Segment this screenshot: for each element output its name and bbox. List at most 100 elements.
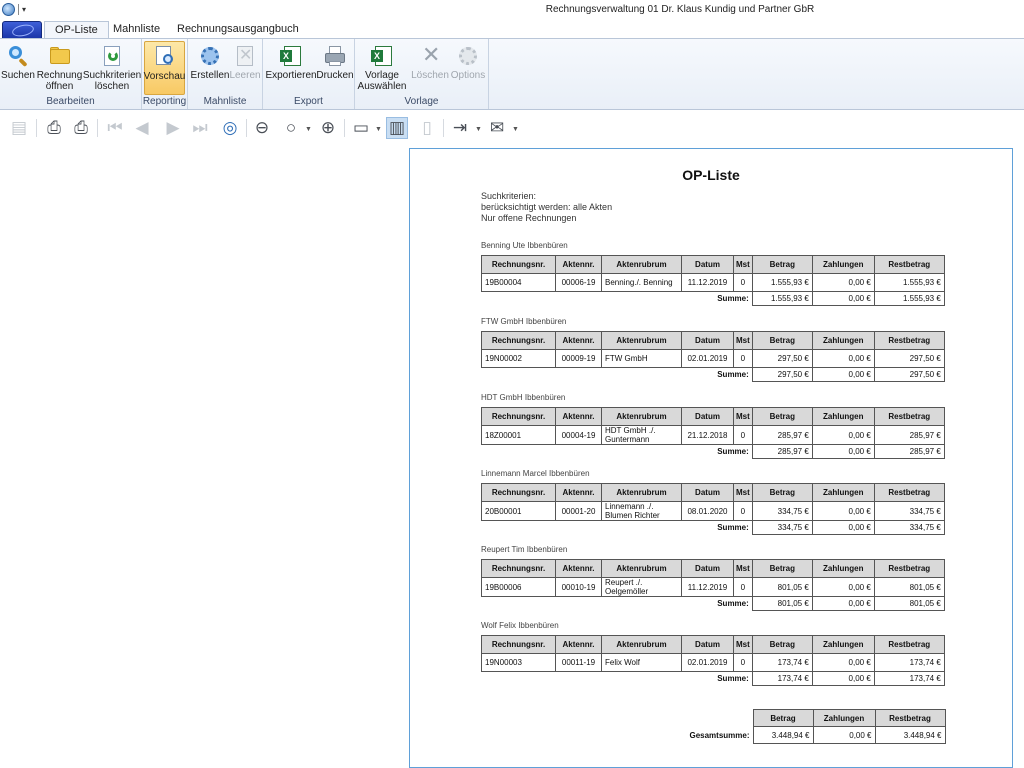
sum-row: Summe: 297,50 €0,00 €297,50 €: [482, 367, 945, 382]
cell-rechnungsnr: 20B00001: [481, 501, 556, 521]
cell-zahlungen: 0,00 €: [811, 425, 875, 445]
email-icon[interactable]: ✉: [486, 117, 508, 139]
total-table: Betrag Zahlungen Restbetrag Gesamtsumme:…: [481, 709, 946, 744]
sum-rest: 285,97 €: [873, 444, 945, 459]
vorlage-auswaehlen-button[interactable]: X Vorlage Auswählen: [358, 41, 406, 92]
loeschen-button[interactable]: ✕ Löschen: [411, 41, 449, 82]
column-header: Restbetrag: [873, 407, 945, 426]
page-setup-dropdown-icon[interactable]: ▼: [375, 126, 382, 133]
invoice-table: Rechnungsnr. Aktennr. Aktenrubrum Datum Mst B…: [481, 483, 945, 535]
sum-zahlungen: 0,00 €: [811, 367, 875, 382]
column-header: Rechnungsnr.: [481, 483, 556, 502]
app-icon[interactable]: [2, 3, 15, 16]
sum-row: Summe: 334,75 €0,00 €334,75 €: [482, 520, 945, 535]
total-header-zahlungen: Zahlungen: [812, 709, 876, 727]
total-label: Gesamtsumme:: [689, 730, 750, 740]
single-page-icon[interactable]: ▯: [416, 117, 438, 139]
options-button[interactable]: Options: [451, 41, 485, 81]
document-map-icon[interactable]: ▤: [8, 117, 30, 139]
column-header: Zahlungen: [811, 407, 875, 426]
cell-rubrum: Felix Wolf: [601, 653, 682, 672]
cell-zahlungen: 0,00 €: [811, 501, 875, 521]
rechnung-oeffnen-button[interactable]: Rechnung öffnen: [37, 41, 82, 92]
cell-rubrum: Reupert ./. Oelgemöller: [601, 577, 682, 597]
cell-rest: 297,50 €: [873, 349, 945, 368]
table-row[interactable]: 20B00001 00001-20 Linnemann ./. Blumen Ric…: [481, 501, 945, 521]
navigation-icon[interactable]: ◎: [219, 117, 241, 139]
sum-zahlungen: 0,00 €: [811, 671, 875, 686]
column-header: Rechnungsnr.: [481, 407, 556, 426]
column-header: Mst: [733, 483, 753, 502]
quick-print-icon[interactable]: ⎙: [70, 117, 92, 139]
group-reporting: Vorschau Reporting: [142, 39, 188, 109]
qat-dropdown-icon[interactable]: ▾: [22, 5, 26, 14]
exportieren-button[interactable]: X Exportieren: [265, 41, 317, 81]
report-title: OP-Liste: [682, 167, 740, 183]
group-vorlage: X Vorlage Auswählen ✕ Löschen Options Vo…: [355, 39, 489, 109]
group-name: Benning Ute Ibbenbüren: [481, 241, 568, 250]
vorschau-button[interactable]: Vorschau: [144, 41, 185, 95]
next-page-icon[interactable]: ▶: [162, 117, 184, 139]
sum-zahlungen: 0,00 €: [811, 596, 875, 611]
export-dropdown-icon[interactable]: ▼: [475, 126, 482, 133]
column-header: Mst: [733, 255, 753, 274]
zoom-icon[interactable]: ○: [280, 117, 302, 139]
table-row[interactable]: 19N00003 00011-19 Felix Wolf 02.01.2019 0 173…: [481, 653, 945, 672]
invoice-table: Rechnungsnr. Aktennr. Aktenrubrum Datum Mst B…: [481, 331, 945, 382]
last-page-icon[interactable]: ⏭: [189, 117, 211, 139]
tab-mahnliste[interactable]: Mahnliste: [103, 21, 170, 39]
cell-mst: 0: [733, 653, 753, 672]
tab-rechnungsausgangbuch[interactable]: Rechnungsausgangbuch: [167, 21, 309, 39]
zoom-out-icon[interactable]: ⊖: [251, 117, 273, 139]
column-header: Rechnungsnr.: [481, 255, 556, 274]
cell-rubrum: FTW GmbH: [601, 349, 682, 368]
drucken-button[interactable]: Drucken: [316, 41, 354, 81]
column-header: Datum: [681, 407, 734, 426]
table-row[interactable]: 19N00002 00009-19 FTW GmbH 02.01.2019 0 297,5…: [481, 349, 945, 368]
cell-rechnungsnr: 19N00003: [481, 653, 556, 672]
leeren-button[interactable]: ✕ Leeren: [229, 41, 261, 81]
cell-mst: 0: [733, 577, 753, 597]
report-preview-area[interactable]: OP-Liste Suchkriterien: berücksichtigt w…: [0, 146, 1024, 768]
first-page-icon[interactable]: ⏮: [104, 117, 126, 139]
suchen-button[interactable]: Suchen: [1, 41, 35, 81]
toolbar-separator: [97, 119, 98, 137]
sum-label: Summe:: [717, 599, 749, 609]
page-setup-icon[interactable]: ▭: [350, 117, 372, 139]
column-header: Aktenrubrum: [601, 407, 682, 426]
column-header: Restbetrag: [873, 635, 945, 654]
zoom-in-icon[interactable]: ⊕: [317, 117, 339, 139]
total-header-restbetrag: Restbetrag: [874, 709, 946, 727]
column-header: Rechnungsnr.: [481, 331, 556, 350]
column-header: Aktenrubrum: [601, 331, 682, 350]
cell-rest: 334,75 €: [873, 501, 945, 521]
quick-access-toolbar: ▾: [2, 3, 26, 16]
toolbar-separator: [36, 119, 37, 137]
table-row[interactable]: 19B00006 00010-19 Reupert ./. Oelgemöller 1…: [481, 577, 945, 597]
previous-page-icon[interactable]: ◀: [131, 117, 153, 139]
table-row[interactable]: 18Z00001 00004-19 HDT GmbH ./. Guntermann 2…: [481, 425, 945, 445]
column-header: Betrag: [751, 331, 813, 350]
print-icon[interactable]: ⎙: [43, 117, 65, 139]
column-header: Aktennr.: [555, 331, 602, 350]
group-name: Wolf Felix Ibbenbüren: [481, 621, 559, 630]
column-header: Mst: [733, 635, 753, 654]
zoom-dropdown-icon[interactable]: ▼: [305, 126, 312, 133]
group-mahnliste: Erstellen ✕ Leeren Mahnliste: [188, 39, 263, 109]
application-menu-button[interactable]: [2, 21, 42, 39]
ribbon: Suchen Rechnung öffnen Suchkriterien lös…: [0, 38, 1024, 110]
multipage-icon[interactable]: ▥: [386, 117, 408, 139]
suchkriterien-loeschen-button[interactable]: Suchkriterien löschen: [83, 41, 141, 92]
criteria-line: berücksichtigt werden: alle Akten: [481, 202, 613, 212]
invoice-table: Rechnungsnr. Aktennr. Aktenrubrum Datum Mst B…: [481, 255, 945, 306]
table-header-row: Rechnungsnr. Aktennr. Aktenrubrum Datum Mst B…: [481, 635, 945, 654]
column-header: Zahlungen: [811, 559, 875, 578]
sum-row: Summe: 801,05 €0,00 €801,05 €: [482, 596, 945, 611]
column-header: Restbetrag: [873, 559, 945, 578]
group-label-export: Export: [294, 96, 323, 107]
export-icon[interactable]: ⇥: [449, 117, 471, 139]
email-dropdown-icon[interactable]: ▼: [512, 126, 519, 133]
erstellen-button[interactable]: Erstellen: [191, 41, 229, 81]
table-row[interactable]: 19B00004 00006-19 Benning./. Benning 11.12.…: [481, 273, 945, 292]
tab-op-liste[interactable]: OP-Liste: [44, 21, 109, 39]
